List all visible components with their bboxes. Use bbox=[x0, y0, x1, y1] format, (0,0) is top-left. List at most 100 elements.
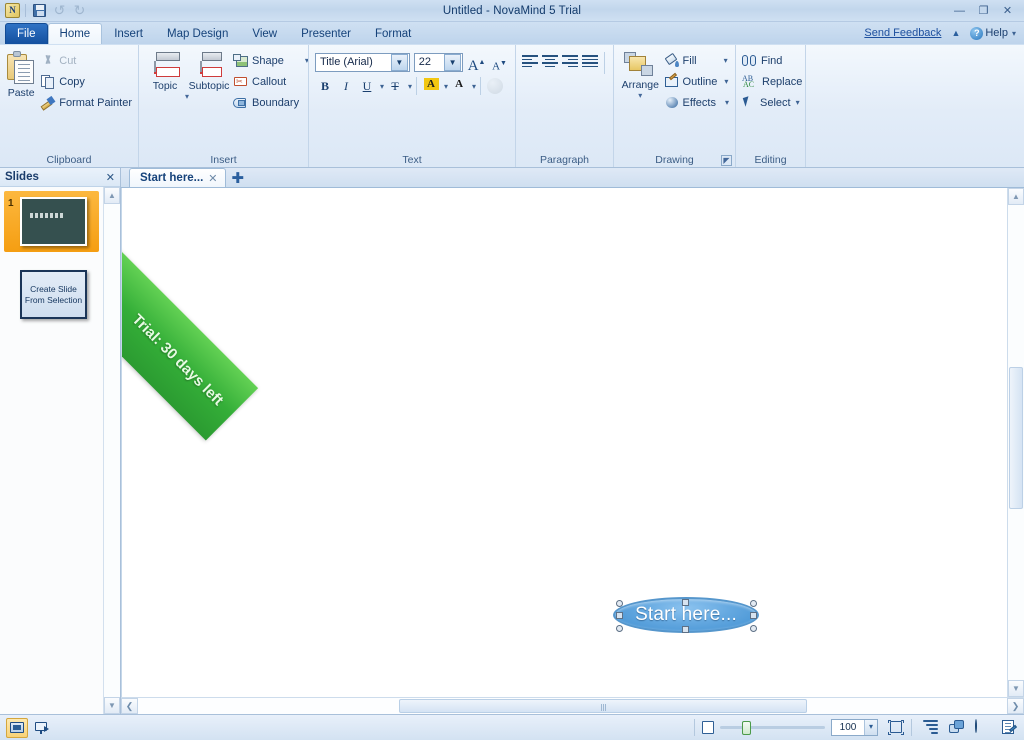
cut-button[interactable]: Cut bbox=[38, 50, 134, 71]
canvas-vertical-scrollbar[interactable]: ▲ ▼ bbox=[1007, 188, 1024, 697]
mind-map-canvas[interactable]: Trial: 30 days left 𝒊 ⛟ ⚿ Start here... bbox=[121, 188, 1007, 697]
align-center-button[interactable] bbox=[540, 52, 560, 72]
copy-button[interactable]: Copy bbox=[38, 71, 134, 92]
presenter-view-button[interactable] bbox=[31, 718, 53, 738]
new-tab-icon[interactable]: ✚ bbox=[232, 170, 245, 187]
strikethrough-button[interactable]: T bbox=[385, 76, 405, 96]
resize-handle-top-center[interactable] bbox=[682, 599, 689, 606]
canvas-hscroll-thumb[interactable] bbox=[398, 699, 808, 713]
slides-scroll-track[interactable] bbox=[104, 204, 120, 697]
align-right-button[interactable] bbox=[560, 52, 580, 72]
send-feedback-link[interactable]: Send Feedback bbox=[864, 27, 941, 39]
bold-button[interactable]: B bbox=[315, 76, 335, 96]
find-button[interactable]: Find bbox=[740, 50, 804, 71]
resize-handle-top-right[interactable] bbox=[750, 600, 757, 607]
insert-boundary-button[interactable]: Boundary bbox=[231, 92, 311, 113]
document-tab-label: Start here... bbox=[140, 172, 204, 184]
zoom-value-select[interactable]: 100 ▾ bbox=[831, 719, 878, 736]
tab-view[interactable]: View bbox=[240, 23, 289, 44]
create-slide-from-selection-button[interactable]: Create Slide From Selection bbox=[20, 270, 87, 319]
tab-insert[interactable]: Insert bbox=[102, 23, 155, 44]
slides-panel-close-icon[interactable]: ✕ bbox=[106, 171, 115, 184]
notes-icon[interactable] bbox=[1001, 720, 1018, 735]
strikethrough-dropdown-icon[interactable]: ▾ bbox=[408, 82, 412, 91]
canvas-scroll-down-icon[interactable]: ▼ bbox=[1008, 680, 1024, 697]
canvas-scroll-right-icon[interactable]: ❯ bbox=[1007, 698, 1024, 714]
resize-handle-bottom-right[interactable] bbox=[750, 625, 757, 632]
zoom-slider-knob[interactable] bbox=[742, 720, 751, 735]
font-family-dropdown-icon[interactable]: ▼ bbox=[390, 53, 408, 71]
layers-icon[interactable] bbox=[949, 720, 966, 735]
slides-scroll-up-icon[interactable]: ▲ bbox=[104, 187, 120, 204]
format-painter-button[interactable]: Format Painter bbox=[38, 92, 134, 113]
outline-view-icon[interactable] bbox=[923, 720, 940, 735]
grow-font-button[interactable]: A▲ bbox=[467, 52, 486, 74]
resize-handle-bottom-left[interactable] bbox=[616, 625, 623, 632]
fit-to-page-button[interactable] bbox=[888, 720, 904, 735]
insert-callout-button[interactable]: ✂ Callout bbox=[231, 71, 311, 92]
shrink-font-button[interactable]: A▼ bbox=[490, 52, 509, 73]
slides-scroll-down-icon[interactable]: ▼ bbox=[104, 697, 120, 714]
font-color-button[interactable]: A bbox=[449, 76, 469, 96]
effects-dropdown-icon[interactable]: ▾ bbox=[725, 98, 729, 107]
insert-shape-button[interactable]: Shape ▾ bbox=[231, 50, 311, 71]
main-area: Slides ✕ 1 Create Slide From Selection ▲… bbox=[0, 168, 1024, 714]
zoom-slider[interactable] bbox=[720, 720, 825, 735]
italic-button[interactable]: I bbox=[336, 76, 356, 96]
document-tab-close-icon[interactable]: ✕ bbox=[208, 172, 217, 185]
canvas-horizontal-scrollbar[interactable]: ❮ ❯ bbox=[121, 697, 1024, 714]
help-button[interactable]: ? Help ▾ bbox=[970, 26, 1016, 40]
slide-item-1[interactable]: 1 bbox=[4, 191, 99, 252]
align-justify-button[interactable] bbox=[580, 52, 600, 72]
select-dropdown-icon[interactable]: ▾ bbox=[796, 98, 800, 107]
paste-label: Paste bbox=[7, 87, 35, 99]
effects-button[interactable]: Effects ▾ bbox=[663, 92, 731, 113]
resize-handle-top-left[interactable] bbox=[616, 600, 623, 607]
zoom-dropdown-icon[interactable]: ▾ bbox=[864, 720, 877, 735]
fill-button[interactable]: Fill ▾ bbox=[663, 50, 731, 71]
document-tab-start-here[interactable]: Start here... ✕ bbox=[129, 168, 226, 187]
mind-map-node-root[interactable]: Start here... bbox=[607, 594, 765, 636]
outline-dropdown-icon[interactable]: ▾ bbox=[724, 77, 728, 86]
resize-handle-bottom-center[interactable] bbox=[682, 626, 689, 633]
highlight-color-button[interactable]: A bbox=[421, 76, 441, 96]
tab-presenter[interactable]: Presenter bbox=[289, 23, 363, 44]
canvas-hscroll-track[interactable] bbox=[138, 698, 1007, 714]
canvas-scroll-left-icon[interactable]: ❮ bbox=[121, 698, 138, 714]
arrange-dropdown-icon[interactable]: ▾ bbox=[618, 91, 663, 102]
font-family-select[interactable]: Title (Arial) ▼ bbox=[315, 52, 410, 72]
resize-handle-middle-left[interactable] bbox=[616, 612, 623, 619]
slides-panel-scrollbar[interactable]: ▲ ▼ bbox=[103, 187, 120, 714]
underline-button[interactable]: U bbox=[357, 76, 377, 96]
collapse-ribbon-icon[interactable]: ▲ bbox=[951, 28, 960, 38]
replace-button[interactable]: AB AC Replace bbox=[740, 71, 804, 92]
outline-button[interactable]: Outline ▾ bbox=[663, 71, 731, 92]
drawing-dialog-launcher[interactable]: ◤ bbox=[721, 155, 732, 166]
slide-thumbnail[interactable] bbox=[20, 197, 87, 246]
resize-handle-middle-right[interactable] bbox=[750, 612, 757, 619]
text-effects-button[interactable] bbox=[485, 76, 505, 96]
canvas-scroll-up-icon[interactable]: ▲ bbox=[1008, 188, 1024, 205]
select-button[interactable]: Select ▾ bbox=[740, 92, 804, 113]
insert-subtopic-button[interactable]: Subtopic bbox=[187, 48, 231, 92]
font-size-select[interactable]: 22 ▼ bbox=[413, 52, 464, 72]
highlight-dropdown-icon[interactable]: ▾ bbox=[444, 82, 448, 91]
insert-topic-button[interactable]: Topic bbox=[143, 48, 187, 92]
tab-file[interactable]: File bbox=[5, 23, 48, 44]
canvas-vscroll-track[interactable] bbox=[1008, 205, 1024, 680]
fill-dropdown-icon[interactable]: ▾ bbox=[724, 56, 728, 65]
chart-icon[interactable] bbox=[975, 719, 992, 735]
font-size-dropdown-icon[interactable]: ▼ bbox=[444, 53, 462, 71]
paste-icon bbox=[5, 51, 37, 85]
tab-format[interactable]: Format bbox=[363, 23, 423, 44]
paste-button[interactable]: Paste bbox=[4, 48, 38, 99]
trial-banner[interactable]: Trial: 30 days left 𝒊 ⛟ ⚿ bbox=[122, 188, 259, 441]
canvas-vscroll-thumb[interactable] bbox=[1009, 366, 1023, 509]
font-color-dropdown-icon[interactable]: ▾ bbox=[472, 82, 476, 91]
map-view-button[interactable] bbox=[6, 717, 28, 738]
tab-home[interactable]: Home bbox=[47, 23, 103, 44]
insert-more-dropdown-icon[interactable]: ▾ bbox=[143, 92, 231, 103]
underline-dropdown-icon[interactable]: ▾ bbox=[380, 82, 384, 91]
tab-map-design[interactable]: Map Design bbox=[155, 23, 240, 44]
align-left-button[interactable] bbox=[520, 52, 540, 72]
